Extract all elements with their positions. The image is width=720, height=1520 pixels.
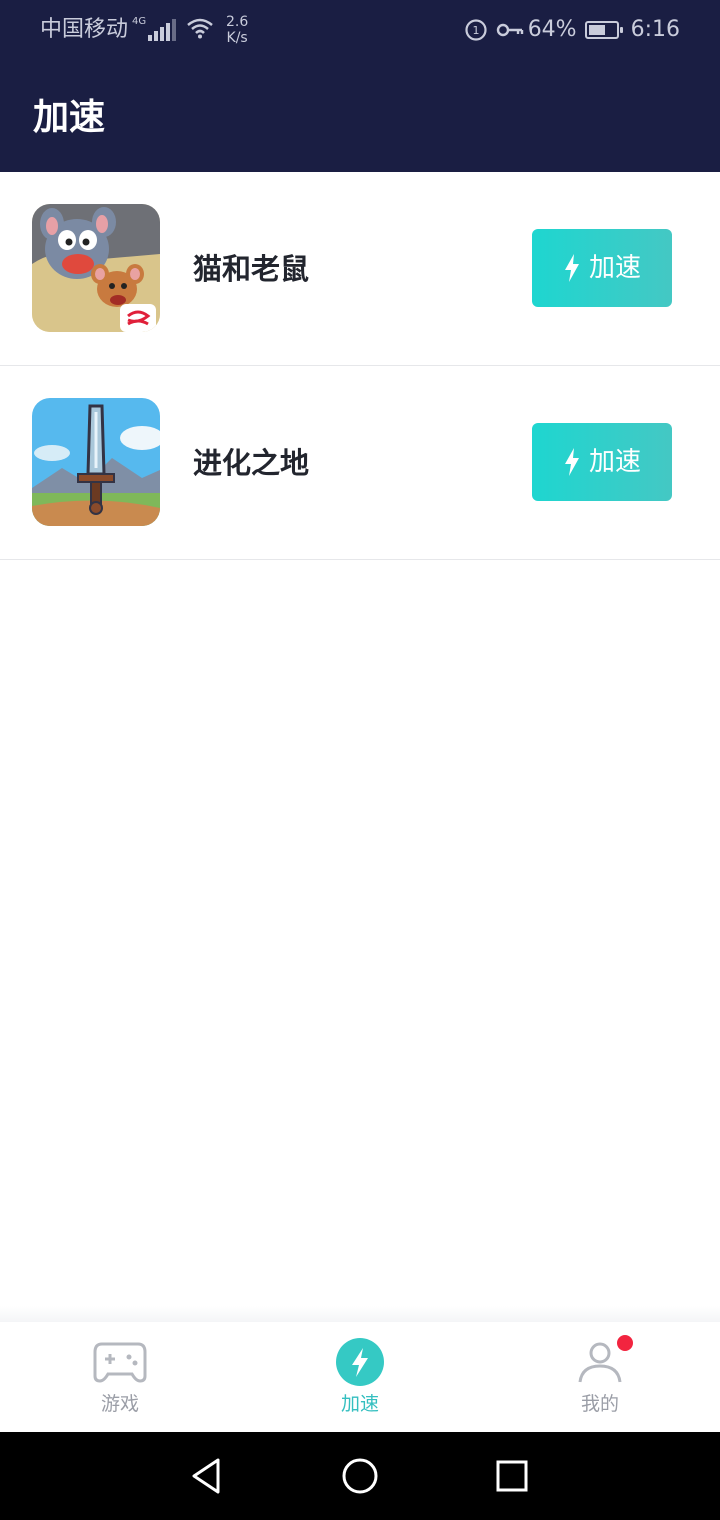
game-list: 猫和老鼠 加速 进化之地 加速 [0, 172, 720, 560]
home-icon[interactable] [338, 1454, 382, 1498]
lightning-icon [564, 254, 579, 282]
system-nav-bar [0, 1432, 720, 1520]
tab-boost[interactable]: 加速 [240, 1322, 480, 1432]
tab-games[interactable]: 游戏 [0, 1322, 240, 1432]
game-name: 猫和老鼠 [193, 252, 310, 286]
tab-games-label: 游戏 [100, 1393, 139, 1415]
data-saver-icon: 1 [464, 18, 488, 42]
lightning-icon [564, 448, 579, 476]
app-screen: 中国移动 4G 2.6 K/s 1 64% 6:16 加速 猫和老鼠 加速 进化… [0, 0, 720, 1520]
tab-mine[interactable]: 我的 [480, 1322, 720, 1432]
evoland-sword-icon[interactable] [32, 398, 160, 526]
signal-icon [148, 19, 178, 41]
speed-unit: K/s [226, 30, 248, 46]
battery-fill [588, 25, 606, 35]
network-speed: 2.6 K/s [222, 14, 252, 46]
boost-button-label: 加速 [588, 253, 641, 283]
boost-button-label: 加速 [588, 447, 641, 477]
lightning-icon [336, 1338, 384, 1386]
speed-value: 2.6 [226, 14, 249, 30]
battery-icon [584, 21, 623, 39]
status-bar: 中国移动 4G 2.6 K/s 1 64% 6:16 [0, 0, 720, 62]
game-name: 进化之地 [193, 446, 310, 480]
tab-boost-label: 加速 [340, 1393, 379, 1415]
recents-icon[interactable] [490, 1454, 534, 1498]
carrier-name: 中国移动 [40, 17, 129, 42]
svg-text:1: 1 [472, 24, 479, 37]
network-type: 4G [132, 16, 147, 27]
back-icon[interactable] [184, 1454, 228, 1498]
bottom-nav: 游戏 加速 我的 [0, 1322, 720, 1432]
game-row: 进化之地 加速 [0, 366, 720, 560]
wifi-icon [186, 17, 214, 43]
battery-percent: 64% [527, 17, 577, 42]
status-left: 中国移动 4G 2.6 K/s [40, 14, 252, 46]
gamepad-icon [92, 1338, 148, 1386]
boost-button[interactable]: 加速 [532, 229, 672, 307]
tab-mine-label: 我的 [580, 1393, 619, 1415]
notification-badge [617, 1335, 633, 1351]
page-title: 加速 [33, 97, 106, 138]
game-row: 猫和老鼠 加速 [0, 172, 720, 366]
bottom-nav-shadow [0, 1306, 720, 1322]
tom-and-jerry-icon[interactable] [32, 204, 160, 332]
clock: 6:16 [630, 17, 680, 42]
boost-button[interactable]: 加速 [532, 423, 672, 501]
status-right: 1 64% 6:16 [456, 14, 680, 46]
vpn-key-icon [496, 20, 524, 40]
top-bar: 中国移动 4G 2.6 K/s 1 64% 6:16 加速 [0, 0, 720, 172]
